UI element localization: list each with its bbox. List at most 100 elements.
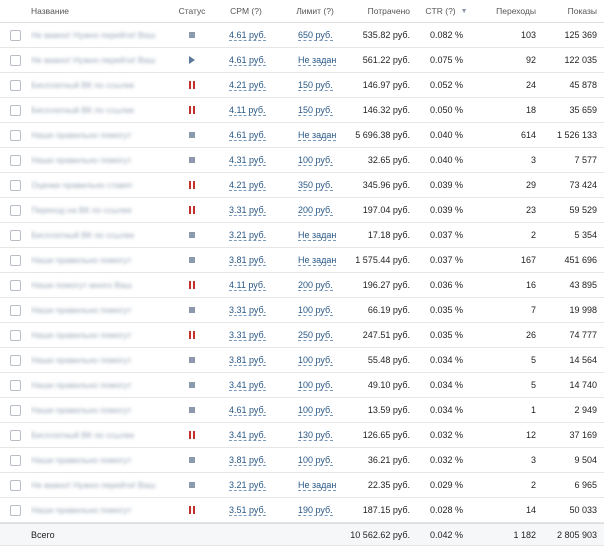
row-checkbox[interactable] [9,154,21,166]
campaign-name-link[interactable]: Бесплатный ВК по ссылке [31,80,134,90]
campaign-name-link[interactable]: Не важно! Нужно перейти! Ваш [31,480,155,490]
campaign-name-link[interactable]: Наши правильно помогут [31,405,131,415]
pause-icon[interactable] [189,206,195,214]
cpm-edit-link[interactable]: 3.81 руб. [229,255,267,266]
row-checkbox[interactable] [9,329,21,341]
stop-square-icon[interactable] [189,32,195,38]
row-checkbox[interactable] [9,504,21,516]
campaign-name-link[interactable]: Наши правильно помогут [31,330,131,340]
cpm-edit-link[interactable]: 4.11 руб. [229,280,266,291]
row-checkbox[interactable] [9,179,21,191]
campaign-name-link[interactable]: Не важно! Нужно перейти! Ваш [31,55,155,65]
campaign-name-link[interactable]: Наши помогут много Ваш [31,280,132,290]
campaign-name-link[interactable]: Бесплатный ВК по ссылке [31,105,134,115]
stop-square-icon[interactable] [189,457,195,463]
limit-edit-link[interactable]: 650 руб. [298,30,333,41]
row-checkbox[interactable] [9,29,21,41]
row-checkbox[interactable] [9,479,21,491]
pause-icon[interactable] [189,281,195,289]
cpm-edit-link[interactable]: 3.81 руб. [229,455,267,466]
header-shows[interactable]: Показы [540,0,597,22]
pause-icon[interactable] [189,106,195,114]
campaign-name-link[interactable]: Наши правильно помогут [31,255,131,265]
limit-edit-link[interactable]: 150 руб. [298,80,333,91]
row-checkbox[interactable] [9,429,21,441]
cpm-edit-link[interactable]: 4.61 руб. [229,55,267,66]
stop-square-icon[interactable] [189,482,195,488]
cpm-edit-link[interactable]: 3.31 руб. [229,330,267,341]
stop-square-icon[interactable] [189,232,195,238]
row-checkbox[interactable] [9,254,21,266]
limit-edit-link[interactable]: 350 руб. [298,180,333,191]
campaign-name-link[interactable]: Бесплатный ВК по ссылке [31,230,134,240]
cpm-edit-link[interactable]: 3.21 руб. [229,230,267,241]
cpm-edit-link[interactable]: 3.31 руб. [229,205,267,216]
campaign-name-link[interactable]: Наши правильно помогут [31,130,131,140]
limit-edit-link[interactable]: 100 руб. [298,455,333,466]
limit-edit-link[interactable]: 100 руб. [298,355,333,366]
limit-edit-link[interactable]: 100 руб. [298,305,333,316]
header-cpm[interactable]: CPM (?) [213,0,279,22]
row-checkbox[interactable] [9,229,21,241]
limit-edit-link[interactable]: 100 руб. [298,380,333,391]
cpm-edit-link[interactable]: 3.81 руб. [229,355,267,366]
campaign-name-link[interactable]: Бесплатный ВК по ссылке [31,430,134,440]
cpm-edit-link[interactable]: 4.31 руб. [229,155,267,166]
cpm-edit-link[interactable]: 4.61 руб. [229,405,267,416]
campaign-name-link[interactable]: Наши правильно помогут [31,355,131,365]
pause-icon[interactable] [189,181,195,189]
limit-edit-link[interactable]: 100 руб. [298,405,333,416]
limit-edit-link[interactable]: 130 руб. [298,430,333,441]
row-checkbox[interactable] [9,304,21,316]
cpm-edit-link[interactable]: 4.21 руб. [229,80,267,91]
cpm-edit-link[interactable]: 4.61 руб. [229,30,267,41]
campaign-name-link[interactable]: Наши правильно помогут [31,505,131,515]
stop-square-icon[interactable] [189,307,195,313]
pause-icon[interactable] [189,431,195,439]
stop-square-icon[interactable] [189,132,195,138]
header-name[interactable]: Название [31,0,171,22]
campaign-name-link[interactable]: Наши правильно помогут [31,380,131,390]
row-checkbox[interactable] [9,354,21,366]
chevron-down-icon[interactable]: ▼ [461,8,468,15]
cpm-edit-link[interactable]: 4.61 руб. [229,130,267,141]
play-icon[interactable] [189,56,195,64]
limit-edit-link[interactable]: 200 руб. [298,280,333,291]
header-status[interactable]: Статус [175,0,209,22]
campaign-name-link[interactable]: Оценки правильно ставят [31,180,133,190]
limit-edit-link[interactable]: 100 руб. [298,155,333,166]
stop-square-icon[interactable] [189,407,195,413]
campaign-name-link[interactable]: Переход на ВК по ссылке [31,205,132,215]
pause-icon[interactable] [189,506,195,514]
row-checkbox[interactable] [9,79,21,91]
stop-square-icon[interactable] [189,157,195,163]
campaign-name-link[interactable]: Наши правильно помогут [31,155,131,165]
row-checkbox[interactable] [9,454,21,466]
cpm-edit-link[interactable]: 3.51 руб. [229,505,267,516]
header-ctr[interactable]: CTR (?) ▼ [420,0,473,22]
row-checkbox[interactable] [9,129,21,141]
limit-edit-link[interactable]: 150 руб. [298,105,333,116]
stop-square-icon[interactable] [189,382,195,388]
row-checkbox[interactable] [9,404,21,416]
pause-icon[interactable] [189,331,195,339]
row-checkbox[interactable] [9,279,21,291]
cpm-edit-link[interactable]: 3.41 руб. [229,380,267,391]
row-checkbox[interactable] [9,379,21,391]
campaign-name-link[interactable]: Не важно! Нужно перейти! Ваш [31,30,155,40]
limit-edit-link[interactable]: 250 руб. [298,330,333,341]
row-checkbox[interactable] [9,104,21,116]
stop-square-icon[interactable] [189,357,195,363]
cpm-edit-link[interactable]: 4.11 руб. [229,105,266,116]
row-checkbox[interactable] [9,54,21,66]
row-checkbox[interactable] [9,204,21,216]
limit-edit-link[interactable]: 190 руб. [298,505,333,516]
pause-icon[interactable] [189,81,195,89]
campaign-name-link[interactable]: Наши правильно помогут [31,305,131,315]
header-clicks[interactable]: Переходы [482,0,536,22]
cpm-edit-link[interactable]: 3.31 руб. [229,305,267,316]
campaign-name-link[interactable]: Наши правильно помогут [31,455,131,465]
cpm-edit-link[interactable]: 3.21 руб. [229,480,267,491]
stop-square-icon[interactable] [189,257,195,263]
header-spent[interactable]: Потрачено [330,0,410,22]
